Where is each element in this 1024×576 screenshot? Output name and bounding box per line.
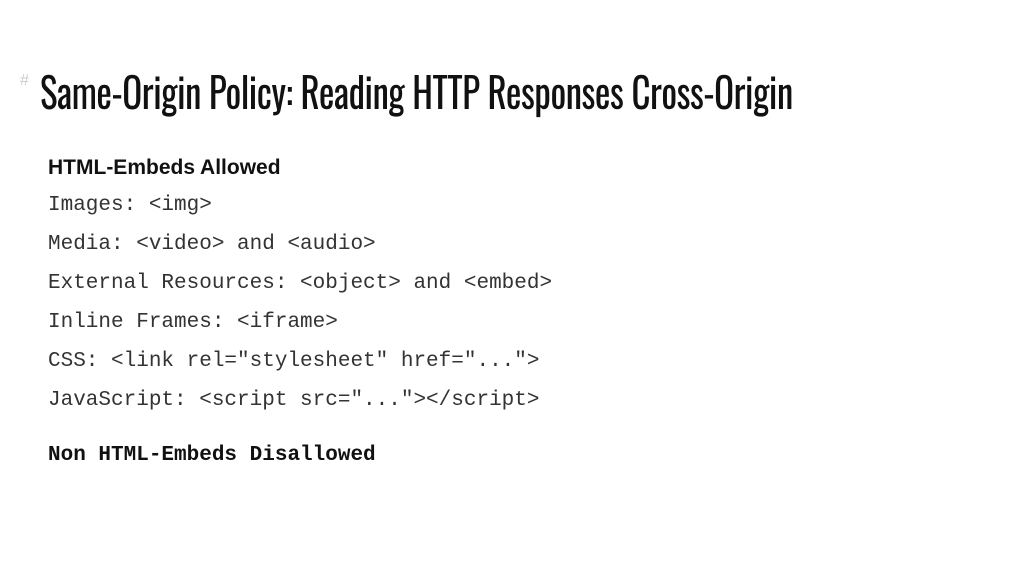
page-title: Same-Origin Policy: Reading HTTP Respons… <box>40 60 871 122</box>
embed-line-media: Media: <video> and <audio> <box>48 233 984 256</box>
section-allowed-heading: HTML-Embeds Allowed <box>48 156 984 180</box>
hash-marker: # <box>20 72 29 90</box>
embed-line-images: Images: <img> <box>48 194 984 217</box>
embed-line-iframe: Inline Frames: <iframe> <box>48 311 984 334</box>
section-disallowed-heading: Non HTML-Embeds Disallowed <box>48 444 984 467</box>
embed-line-js: JavaScript: <script src="..."></script> <box>48 389 984 412</box>
embed-line-external: External Resources: <object> and <embed> <box>48 272 984 295</box>
embed-line-css: CSS: <link rel="stylesheet" href="..."> <box>48 350 984 373</box>
